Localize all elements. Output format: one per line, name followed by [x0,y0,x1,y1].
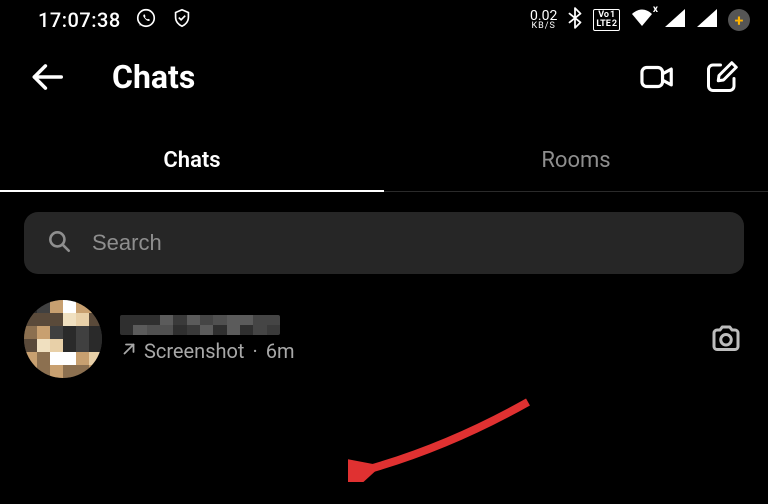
chat-list: Screenshot · 6m [0,278,768,378]
app-header: Chats [0,40,768,114]
chat-username-redacted [120,315,280,335]
signal-icon-2 [696,8,718,33]
camera-button[interactable] [708,321,744,357]
whatsapp-icon [135,7,157,34]
chat-text: Screenshot · 6m [120,315,690,363]
avatar [24,300,102,378]
search-container [0,192,768,278]
status-clock: 17:07:38 [38,8,121,32]
chat-row[interactable]: Screenshot · 6m [24,300,744,378]
tab-chats-label: Chats [163,148,220,173]
status-right: 0.02 KB/S Vo1 LTE2 x + [530,7,750,34]
header-right [638,58,740,96]
compose-button[interactable] [704,59,740,95]
status-left: 17:07:38 [38,7,193,34]
signal-icon-1 [664,8,686,33]
chat-subtext-label: Screenshot [144,339,244,363]
header-left: Chats [28,58,195,96]
wifi-badge: x [653,4,658,15]
tab-chats[interactable]: Chats [0,132,384,191]
bluetooth-icon [567,7,583,34]
chat-subtext-time: 6m [266,339,295,363]
add-indicator-icon: + [728,9,750,31]
chat-subtext-separator: · [252,339,257,363]
shield-check-icon [171,7,193,34]
volte-indicator: Vo1 LTE2 [593,9,620,31]
annotation-arrow [348,392,538,482]
back-button[interactable] [28,58,66,96]
data-rate-unit: KB/S [532,22,556,30]
search-input[interactable] [92,230,722,256]
tabs: Chats Rooms [0,132,768,192]
page-title: Chats [112,58,195,96]
status-bar: 17:07:38 0.02 KB/S Vo1 LTE2 [0,0,768,40]
tab-rooms[interactable]: Rooms [384,132,768,191]
search-icon [46,228,72,258]
search-bar[interactable] [24,212,744,274]
video-call-button[interactable] [638,58,676,96]
chat-subtext: Screenshot · 6m [120,339,690,363]
arrow-outgoing-icon [120,339,138,363]
data-rate-indicator: 0.02 KB/S [530,10,557,31]
tab-rooms-label: Rooms [541,148,610,173]
wifi-icon: x [630,8,654,33]
